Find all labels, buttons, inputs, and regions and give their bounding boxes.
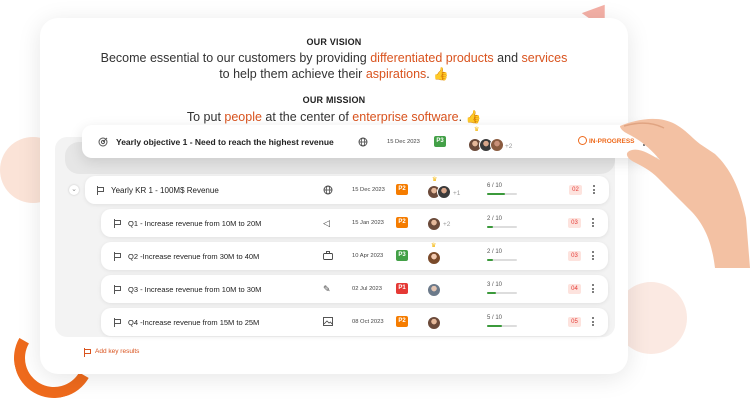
add-key-results-button[interactable]: Add key results <box>83 348 140 357</box>
avatar[interactable] <box>427 283 441 297</box>
avatar[interactable] <box>490 138 504 152</box>
more-options-icon[interactable] <box>592 284 594 294</box>
more-avatars-count[interactable]: +1 <box>453 190 460 197</box>
objective-title: Yearly objective 1 - Need to reach the h… <box>116 137 334 147</box>
vision-highlight: services <box>521 51 568 65</box>
count-badge[interactable]: 04 <box>568 284 581 294</box>
vision-line-2: to help them achieve their aspirations. … <box>40 66 628 82</box>
key-result-date: 10 Apr 2023 <box>352 253 384 259</box>
more-avatars-count[interactable]: +2 <box>505 143 512 150</box>
progress-bar <box>487 325 517 327</box>
flag-icon <box>113 252 121 261</box>
vision-title: OUR VISION <box>306 37 362 47</box>
in-progress-icon <box>578 136 587 145</box>
pencil-icon: ✎ <box>323 284 331 294</box>
avatar[interactable] <box>427 251 441 265</box>
progress-text: 2 / 10 <box>487 216 503 222</box>
globe-icon <box>358 137 368 147</box>
hand-illustration <box>620 119 750 268</box>
mission-text: . 👍 <box>458 110 482 124</box>
megaphone-icon: ◁ <box>323 218 330 228</box>
add-key-results-label: Add key results <box>95 348 140 355</box>
vision-text: to help them achieve their <box>219 67 366 81</box>
count-badge[interactable]: 03 <box>568 218 581 228</box>
priority-badge: P3 <box>396 250 408 261</box>
avatar[interactable] <box>437 185 451 199</box>
mission-highlight: enterprise software <box>352 110 459 124</box>
briefcase-icon <box>323 251 333 260</box>
mission-text: To put <box>186 110 225 124</box>
key-result-row[interactable]: Q3 - Increase revenue from 10M to 30M ✎ … <box>101 275 608 303</box>
crown-icon: ♛ <box>432 177 438 183</box>
vision-text: and <box>493 51 522 65</box>
avatar[interactable] <box>427 217 441 231</box>
progress-bar <box>487 292 517 294</box>
progress-text: 2 / 10 <box>487 249 503 255</box>
mission-text: at the center of <box>261 110 353 124</box>
priority-badge: P3 <box>434 136 446 147</box>
progress-bar <box>487 259 517 261</box>
flag-icon <box>83 348 91 357</box>
key-result-title: Q2 -Increase revenue from 30M to 40M <box>128 252 260 261</box>
vision-text: . 👍 <box>426 67 449 81</box>
image-icon <box>323 317 333 326</box>
progress-bar <box>487 193 517 195</box>
more-avatars-count[interactable]: +2 <box>443 221 450 228</box>
key-result-row[interactable]: Yearly KR 1 - 100M$ Revenue 15 Dec 2023 … <box>85 176 609 204</box>
key-result-title: Yearly KR 1 - 100M$ Revenue <box>111 186 219 195</box>
more-options-icon[interactable] <box>592 218 594 228</box>
avatar[interactable] <box>427 316 441 330</box>
flag-icon <box>113 318 121 327</box>
progress-text: 5 / 10 <box>487 315 503 321</box>
progress-bar <box>487 226 517 228</box>
more-options-icon[interactable] <box>593 185 595 195</box>
more-options-icon[interactable] <box>592 251 594 261</box>
target-icon <box>98 137 108 147</box>
flag-icon <box>113 219 121 228</box>
flag-icon <box>96 186 104 195</box>
globe-icon <box>323 185 333 195</box>
key-result-date: 15 Jan 2023 <box>352 220 384 226</box>
flag-icon <box>113 285 121 294</box>
priority-badge: P1 <box>396 283 408 294</box>
progress-text: 6 / 10 <box>487 183 503 189</box>
count-badge[interactable]: 02 <box>569 185 582 195</box>
vision-highlight: differentiated products <box>370 51 494 65</box>
priority-badge: P2 <box>396 316 408 327</box>
crown-icon: ♛ <box>474 127 480 133</box>
vision-text: Become essential to our customers by pro… <box>100 51 371 65</box>
mission-highlight: people <box>224 110 262 124</box>
progress-text: 3 / 10 <box>487 282 503 288</box>
key-result-title: Q3 - Increase revenue from 10M to 30M <box>128 285 262 294</box>
key-result-row[interactable]: Q1 - Increase revenue from 10M to 20M ◁ … <box>101 209 608 237</box>
key-result-row[interactable]: Q2 -Increase revenue from 30M to 40M 10 … <box>101 242 608 270</box>
key-result-title: Q4 -Increase revenue from 15M to 25M <box>128 318 260 327</box>
key-result-title: Q1 - Increase revenue from 10M to 20M <box>128 219 262 228</box>
vision-mission-block: OUR VISION Become essential to our custo… <box>40 18 628 125</box>
vision-line-1: Become essential to our customers by pro… <box>40 50 628 66</box>
key-result-row[interactable]: Q4 -Increase revenue from 15M to 25M 08 … <box>101 308 608 336</box>
count-badge[interactable]: 05 <box>568 317 581 327</box>
count-badge[interactable]: 03 <box>568 251 581 261</box>
more-options-icon[interactable] <box>592 317 594 327</box>
mission-line: To put people at the center of enterpris… <box>40 109 628 125</box>
key-result-date: 08 Oct 2023 <box>352 319 384 325</box>
objective-date: 15 Dec 2023 <box>387 139 420 145</box>
priority-badge: P2 <box>396 184 408 195</box>
mission-title: OUR MISSION <box>302 95 366 105</box>
collapse-chevron-icon[interactable]: ⌄ <box>69 185 79 195</box>
key-result-date: 15 Dec 2023 <box>352 187 385 193</box>
vision-highlight: aspirations <box>365 67 427 81</box>
priority-badge: P2 <box>396 217 408 228</box>
crown-icon: ♛ <box>431 243 437 249</box>
key-result-date: 02 Jul 2023 <box>352 286 382 292</box>
objective-row[interactable]: Yearly objective 1 - Need to reach the h… <box>82 125 662 158</box>
